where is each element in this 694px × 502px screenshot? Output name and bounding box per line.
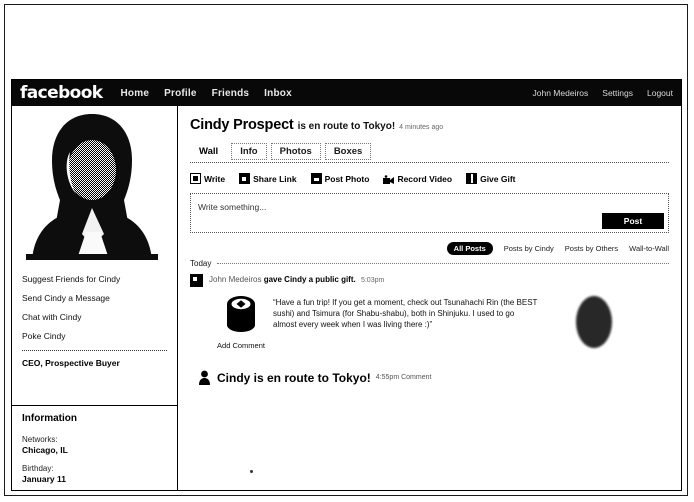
story-timestamp: 5:03pm <box>360 277 385 284</box>
profile-status-time: 4 minutes ago <box>399 124 444 131</box>
scan-smudge <box>250 470 253 473</box>
story-line: John Medeiros gave Cindy a public gift. … <box>209 274 384 287</box>
gift-message-text: “Have a fun trip! If you get a moment, c… <box>273 298 538 329</box>
write-action-label: Write <box>204 173 226 184</box>
account-links: John Medeiros Settings Logout <box>519 88 673 98</box>
give-gift-action-label: Give Gift <box>480 173 516 184</box>
feed-filters: All Posts Posts by Cindy Posts by Others… <box>190 242 669 255</box>
status-composer[interactable]: Write something... Post <box>190 193 669 233</box>
status-story: Cindy is en route to Tokyo! 4:55pm Comme… <box>198 370 669 385</box>
record-video-action-label: Record Video <box>397 173 453 184</box>
photo-icon <box>310 173 322 184</box>
profile-job-title: CEO, Prospective Buyer <box>22 358 120 368</box>
feed-day-rule <box>217 263 669 264</box>
share-link-action[interactable]: Share Link <box>239 173 297 184</box>
birthday-value: January 11 <box>22 474 66 484</box>
filter-all-posts[interactable]: All Posts <box>446 242 493 255</box>
sushi-roll-icon <box>221 293 261 337</box>
page-content: Suggest Friends for Cindy Send Cindy a M… <box>12 106 681 490</box>
scanned-page: facebook Home Profile Friends Inbox John… <box>0 0 694 502</box>
gift-art-container: Add Comment <box>209 291 273 350</box>
nav-link-profile[interactable]: Profile <box>164 88 197 99</box>
tab-wall[interactable]: Wall <box>190 143 227 160</box>
actor-thumbnail[interactable] <box>190 274 203 287</box>
send-message-link[interactable]: Send Cindy a Message <box>22 293 177 303</box>
logout-link[interactable]: Logout <box>647 88 673 98</box>
avatar-silhouette-icon <box>26 114 158 260</box>
profile-action-links: Suggest Friends for Cindy Send Cindy a M… <box>22 274 177 341</box>
tab-photos[interactable]: Photos <box>270 143 321 160</box>
filter-posts-by-cindy[interactable]: Posts by Cindy <box>504 244 554 253</box>
profile-photo[interactable] <box>26 112 158 260</box>
poke-link[interactable]: Poke Cindy <box>22 331 177 341</box>
networks-value: Chicago, IL <box>22 445 68 455</box>
nav-link-friends[interactable]: Friends <box>212 88 250 99</box>
information-box: Information Networks: Chicago, IL Birthd… <box>12 405 177 490</box>
chat-link[interactable]: Chat with Cindy <box>22 312 177 322</box>
publisher-actions: Write Share Link Post Photo Record Video… <box>190 173 669 184</box>
write-icon <box>190 173 201 184</box>
add-comment-link[interactable]: Add Comment <box>209 341 273 350</box>
person-icon <box>198 370 211 385</box>
left-sidebar: Suggest Friends for Cindy Send Cindy a M… <box>12 106 178 490</box>
page-title: Cindy Prospect <box>190 117 294 133</box>
gift-icon <box>466 173 478 184</box>
filter-posts-by-others[interactable]: Posts by Others <box>565 244 618 253</box>
information-heading: Information <box>22 413 77 424</box>
filter-wall-to-wall[interactable]: Wall-to-Wall <box>629 244 669 253</box>
settings-link[interactable]: Settings <box>602 88 633 98</box>
nav-link-home[interactable]: Home <box>121 88 150 99</box>
post-button[interactable]: Post <box>602 213 664 229</box>
record-video-action[interactable]: Record Video <box>383 173 452 184</box>
profile-header: Cindy Prospect is en route to Tokyo! 4 min… <box>190 116 669 134</box>
link-icon <box>239 173 251 184</box>
composer-placeholder[interactable]: Write something... <box>198 202 266 212</box>
networks-label: Networks: <box>22 435 58 444</box>
profile-status-text: is en route to Tokyo! <box>297 121 396 132</box>
nav-link-inbox[interactable]: Inbox <box>264 88 292 99</box>
give-gift-action[interactable]: Give Gift <box>466 173 516 184</box>
feed-day-label: Today <box>190 259 212 268</box>
profile-photo-container <box>26 112 158 260</box>
status-story-time: 4:55pm <box>375 374 400 381</box>
feed-day-divider: Today <box>190 259 669 268</box>
post-photo-action[interactable]: Post Photo <box>310 173 370 184</box>
status-story-text: Cindy is en route to Tokyo! <box>217 370 371 385</box>
account-name-link[interactable]: John Medeiros <box>533 88 589 98</box>
tab-info[interactable]: Info <box>231 143 267 160</box>
birthday-label: Birthday: <box>22 464 54 473</box>
scan-smudge <box>576 296 612 348</box>
main-column: Cindy Prospect is en route to Tokyo! 4 min… <box>178 106 681 490</box>
post-photo-action-label: Post Photo <box>324 173 370 184</box>
write-action[interactable]: Write <box>190 173 225 184</box>
share-link-action-label: Share Link <box>253 173 297 184</box>
sidebar-divider <box>22 350 167 351</box>
suggest-friends-link[interactable]: Suggest Friends for Cindy <box>22 274 177 284</box>
status-comment-link[interactable]: Comment <box>401 374 431 381</box>
gift-story-header: John Medeiros gave Cindy a public gift. … <box>190 274 669 287</box>
tab-boxes[interactable]: Boxes <box>324 143 372 160</box>
facebook-logo[interactable]: facebook <box>20 84 103 102</box>
story-actor-name[interactable]: John Medeiros <box>209 275 261 284</box>
story-action-text: gave Cindy a public gift. <box>263 275 356 284</box>
profile-tabs: Wall Info Photos Boxes <box>190 143 669 163</box>
video-camera-icon <box>383 173 395 184</box>
facebook-app-window: facebook Home Profile Friends Inbox John… <box>11 79 682 491</box>
global-navigation-bar: facebook Home Profile Friends Inbox John… <box>12 80 681 106</box>
status-story-meta: 4:55pm Comment <box>376 374 432 381</box>
